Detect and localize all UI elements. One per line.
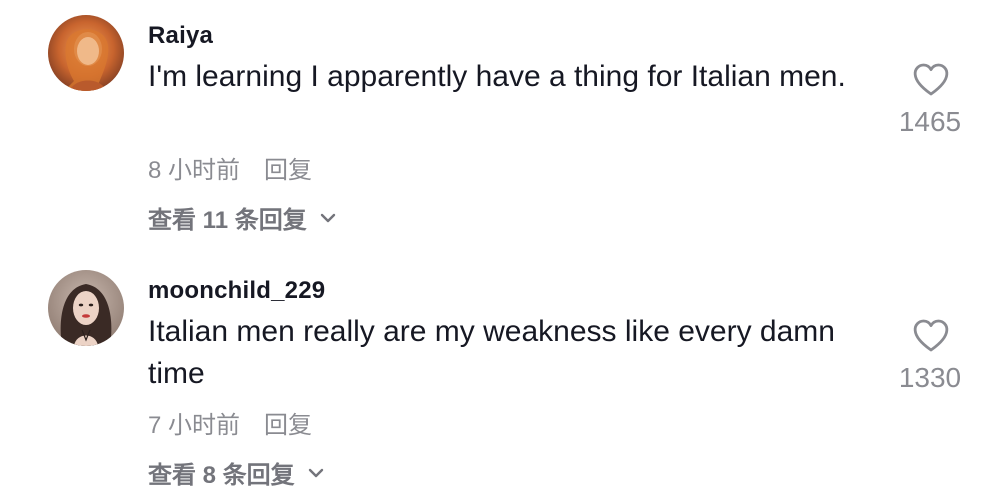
heart-outline-icon <box>913 63 949 96</box>
view-replies-label: 查看 8 条回复 <box>148 462 295 489</box>
avatar[interactable] <box>48 270 124 346</box>
reply-button[interactable]: 回复 <box>264 157 312 184</box>
view-replies-button[interactable]: 查看 11 条回复 <box>148 200 337 235</box>
avatar-image <box>48 15 124 91</box>
chevron-down-icon <box>320 213 335 222</box>
comment-timestamp: 7 小时前 <box>148 412 241 439</box>
avatar[interactable] <box>48 15 124 91</box>
view-replies-label: 查看 11 条回复 <box>148 207 307 234</box>
chevron-down-icon <box>308 468 323 477</box>
avatar-image <box>48 270 124 346</box>
heart-outline-icon <box>913 319 949 352</box>
comment-meta: 8 小时前 回复 <box>148 150 312 185</box>
like-count: 1465 <box>898 106 962 137</box>
like-button[interactable] <box>890 62 972 98</box>
comment-text: I'm learning I apparently have a thing f… <box>148 60 846 93</box>
comment-timestamp: 8 小时前 <box>148 157 241 184</box>
comment-text: Italian men really are my weakness like … <box>148 315 835 390</box>
like-button[interactable] <box>890 318 972 354</box>
view-replies-button[interactable]: 查看 8 条回复 <box>148 455 325 490</box>
reply-button[interactable]: 回复 <box>264 412 312 439</box>
comment-meta: 7 小时前 回复 <box>148 405 312 440</box>
like-count: 1330 <box>898 362 962 393</box>
comment-username[interactable]: Raiya <box>148 22 213 50</box>
comment-username[interactable]: moonchild_229 <box>148 277 325 305</box>
